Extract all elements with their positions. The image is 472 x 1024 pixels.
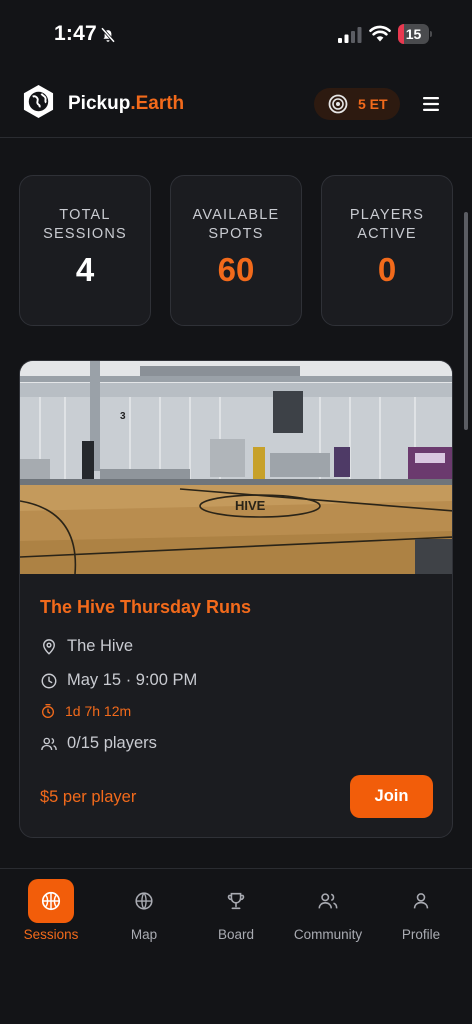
nav-label: Community [293,927,363,942]
court-photo: HIVE 3 [20,361,452,574]
signal-icon [338,27,362,43]
nav-item-map[interactable]: Map [97,869,191,949]
token-balance: 5 ET [358,96,388,112]
stat-card-total-sessions: TOTAL SESSIONS 4 [19,175,151,326]
menu-icon[interactable] [422,96,440,112]
nav-label: Sessions [23,927,79,942]
stat-value: 4 [75,251,95,288]
timer-icon [42,704,54,718]
status-time: 1:47 [54,22,97,45]
trophy-icon [227,892,245,910]
nav-label: Profile [401,927,441,942]
brand-main: Pickup [68,93,131,114]
bottom-nav: Sessions Map Board Community Profile [0,868,472,1024]
stat-card-available-spots: AVAILABLE SPOTS 60 [170,175,302,326]
nav-label: Map [130,927,158,942]
users-icon [41,737,57,750]
token-balance-badge[interactable]: 5 ET [314,88,400,120]
users-icon [318,893,338,909]
stat-label: PLAYERS ACTIVE [349,207,425,242]
svg-text:HIVE: HIVE [235,498,266,513]
stat-value: 0 [377,251,397,288]
session-location: The Hive [67,637,134,655]
session-datetime: May 15 · 9:00 PM [67,671,198,689]
session-countdown-row: 1d 7h 12m [40,703,131,719]
stat-label: TOTAL SESSIONS [43,207,127,242]
globe-logo-icon[interactable] [22,84,55,119]
session-players: 0/15 players [67,734,157,752]
basketball-icon [41,891,61,911]
brand-name[interactable]: Pickup.Earth [68,93,184,115]
stat-label: AVAILABLE SPOTS [192,207,280,242]
globe-icon [135,892,153,910]
brand-suffix: .Earth [130,93,185,114]
nav-item-profile[interactable]: Profile [374,869,468,949]
app-screen: 1:47 15 Pickup.Earth 5 ET TOTAL SESSIONS… [0,0,472,1024]
scrollbar[interactable] [464,212,468,430]
svg-text:3: 3 [120,411,126,422]
nav-item-board[interactable]: Board [189,869,283,949]
stat-value: 60 [217,251,255,288]
clock-icon [41,673,57,688]
session-location-row: The Hive [40,637,133,656]
nav-item-sessions[interactable]: Sessions [4,869,98,949]
battery-icon: 15 [398,24,432,44]
nav-label: Board [217,927,255,942]
status-bar: 1:47 15 [0,0,472,70]
stat-card-players-active: PLAYERS ACTIVE 0 [321,175,453,326]
token-coin-icon [328,94,348,114]
session-card[interactable]: HIVE 3 The Hive Thursday Runs The Hive M… [19,360,453,838]
session-title[interactable]: The Hive Thursday Runs [40,597,251,618]
wifi-icon [369,25,391,42]
user-icon [413,893,429,909]
nav-item-community[interactable]: Community [281,869,375,949]
session-datetime-row: May 15 · 9:00 PM [40,671,197,690]
bell-slash-icon [100,27,116,43]
session-price: $5 per player [40,788,137,806]
app-header: Pickup.Earth 5 ET [0,70,472,138]
session-countdown: 1d 7h 12m [65,703,132,719]
join-button[interactable]: Join [350,775,433,818]
battery-percent: 15 [405,26,422,42]
map-pin-icon [43,638,55,655]
session-players-row: 0/15 players [40,734,157,753]
